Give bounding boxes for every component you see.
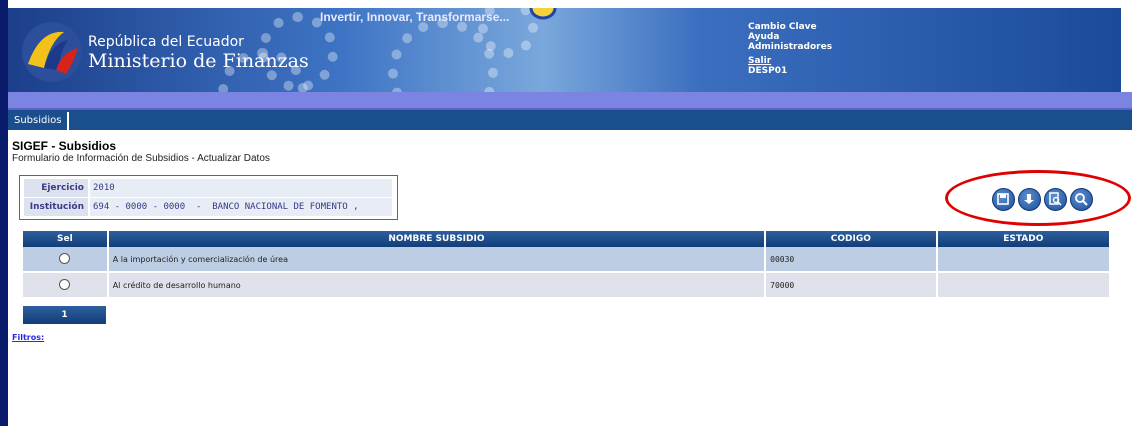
download-icon [1024, 194, 1034, 204]
ministry-logo-icon [22, 22, 82, 82]
download-button[interactable] [1018, 188, 1041, 211]
row-select-cell [23, 272, 109, 299]
tab-bar: Subsidios [8, 110, 1132, 130]
save-icon [997, 193, 1009, 205]
header-banner: República del Ecuador Ministerio de Fina… [8, 8, 1121, 92]
top-edge [0, 0, 1132, 8]
header-links: Cambio Clave Ayuda Administradores Salir… [748, 22, 832, 76]
row-radio[interactable] [59, 278, 71, 290]
search-button[interactable] [1070, 188, 1093, 211]
col-header-nombre[interactable]: NOMBRE SUBSIDIO [107, 231, 767, 247]
ejercicio-value: 2010 [90, 179, 392, 197]
row-estado [936, 272, 1112, 299]
tab-subsidios[interactable]: Subsidios [10, 112, 70, 130]
table-row[interactable]: A la importación y comercialización de ú… [23, 247, 1112, 273]
table-row[interactable]: Al crédito de desarrollo humano 70000 [23, 272, 1112, 299]
row-nombre: A la importación y comercialización de ú… [107, 247, 767, 273]
filters-link[interactable]: Filtros: [12, 333, 44, 342]
org-country: República del Ecuador [88, 34, 244, 50]
page-number-1[interactable]: 1 [23, 306, 106, 324]
slogan-emblem-icon [529, 8, 557, 20]
search-icon [1075, 193, 1088, 206]
page-subtitle: Formulario de Información de Subsidios -… [12, 153, 270, 164]
row-radio[interactable] [59, 252, 71, 264]
institucion-value: 694 - 0000 - 0000 - BANCO NACIONAL DE FO… [90, 198, 392, 216]
right-edge [1121, 8, 1132, 92]
subsidies-table: Sel NOMBRE SUBSIDIO CODIGO ESTADO A la i… [23, 231, 1112, 299]
view-document-button[interactable] [1044, 188, 1067, 211]
admins-link[interactable]: Administradores [748, 42, 832, 52]
search-document-icon [1049, 192, 1062, 206]
row-codigo: 70000 [765, 272, 938, 299]
institucion-separator: - [195, 202, 202, 212]
col-header-sel[interactable]: Sel [23, 231, 109, 247]
current-user: DESP01 [748, 66, 788, 76]
org-ministry: Ministerio de Finanzas [88, 50, 309, 72]
save-button[interactable] [992, 188, 1015, 211]
change-password-link[interactable]: Cambio Clave [748, 22, 832, 32]
slogan-text: Invertir, Innovar, Transformarse... [320, 10, 510, 24]
app-window: República del Ecuador Ministerio de Fina… [0, 0, 1132, 426]
left-border [0, 0, 8, 426]
logout-link[interactable]: Salir [748, 56, 832, 66]
row-nombre: Al crédito de desarrollo humano [107, 272, 767, 299]
institucion-code: 694 - 0000 - 0000 [93, 202, 186, 212]
col-header-codigo[interactable]: CODIGO [765, 231, 938, 247]
menu-bar [8, 92, 1132, 110]
row-estado [936, 247, 1112, 273]
table-header-row: Sel NOMBRE SUBSIDIO CODIGO ESTADO [23, 231, 1112, 247]
institucion-name: BANCO NACIONAL DE FOMENTO , [212, 202, 359, 212]
page-title: SIGEF - Subsidios [12, 139, 117, 153]
col-header-estado[interactable]: ESTADO [936, 231, 1112, 247]
institucion-label: Institución [24, 198, 88, 216]
row-codigo: 00030 [765, 247, 938, 273]
context-info-box: Ejercicio 2010 Institución 694 - 0000 - … [19, 175, 398, 220]
ejercicio-label: Ejercicio [24, 179, 88, 197]
help-link[interactable]: Ayuda [748, 32, 832, 42]
row-select-cell [23, 247, 109, 273]
